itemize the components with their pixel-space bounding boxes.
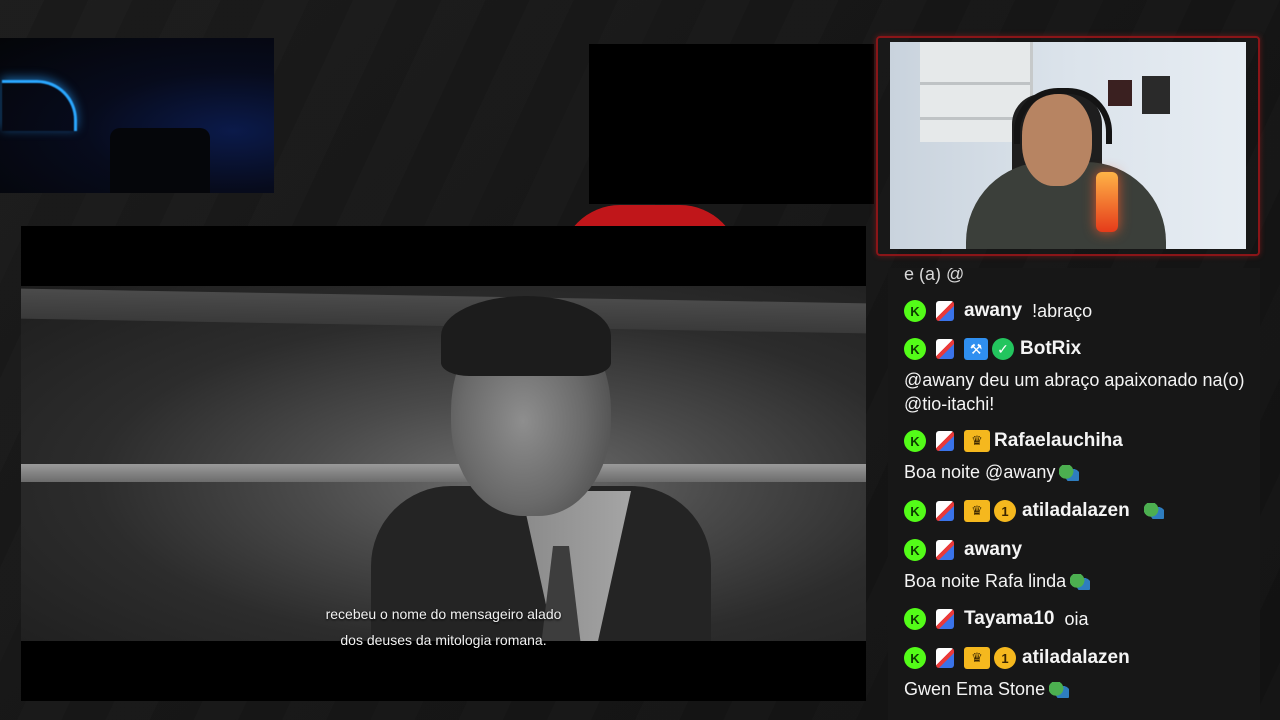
chat-message[interactable]: K ♛ 1 atiladalazen [904, 498, 1254, 524]
chat-message-text: Boa noite @awany [904, 460, 1254, 484]
chat-username[interactable]: awany [964, 300, 1022, 322]
message-text: Boa noite @awany [904, 462, 1056, 482]
chat-message-text: @awany deu um abraço apaixonado na(o) @t… [904, 370, 1245, 414]
pepe-emote-icon [1059, 465, 1080, 482]
main-video-player[interactable]: recebeu o nome do mensageiro alado dos d… [21, 226, 866, 701]
man-hair [441, 296, 611, 376]
pepe-emote-icon [1143, 503, 1164, 519]
kick-badge-icon: K [904, 608, 926, 630]
chat-message-text: Boa noite Rafa linda [904, 569, 1254, 593]
wall-poster-2 [1142, 76, 1170, 114]
sub-months-badge: 1 [994, 500, 1016, 522]
kick-badge-icon: K [904, 539, 926, 561]
pepe-emote-icon [1049, 682, 1070, 699]
secondary-camera [0, 38, 274, 193]
streamer-webcam [876, 36, 1260, 256]
message-text: Boa noite Rafa linda [904, 571, 1067, 591]
background-rail [21, 464, 866, 482]
app-badge-icon [936, 648, 954, 668]
chat-cut-off-line: e (a) @ [904, 268, 964, 285]
chat-username[interactable]: atiladalazen [1022, 647, 1130, 669]
app-badge-icon [936, 339, 954, 359]
moderator-badge-icon: ⚒ [964, 338, 988, 360]
lamp [1096, 172, 1118, 232]
chat-message[interactable]: K awany Boa noite Rafa linda [904, 537, 1254, 593]
chat-message-text: !abraço [1032, 300, 1093, 321]
chat-message[interactable]: K ♛ Rafaelauchiha Boa noite @awany [904, 428, 1254, 484]
sub-months-badge: 1 [994, 647, 1016, 669]
neon-light [2, 80, 77, 131]
pepe-emote-icon [1070, 574, 1091, 591]
chat-message-text: oia [1064, 608, 1089, 629]
wall-poster-1 [1108, 80, 1132, 106]
app-badge-icon [936, 431, 954, 451]
crown-badge-icon: ♛ [964, 647, 990, 669]
chat-username[interactable]: Rafaelauchiha [994, 430, 1123, 452]
kick-badge-icon: K [904, 500, 926, 522]
chat-message[interactable]: K ⚒ ✓ BotRix @awany deu um abraço apaixo… [904, 336, 1254, 416]
video-frame [21, 286, 866, 641]
shelf-board-1 [920, 82, 1030, 85]
video-subtitle: recebeu o nome do mensageiro alado dos d… [21, 601, 866, 653]
app-badge-icon [936, 540, 954, 560]
kick-badge-icon: K [904, 430, 926, 452]
chat-username[interactable]: BotRix [1020, 338, 1081, 360]
verified-badge-icon: ✓ [992, 338, 1014, 360]
blank-camera-slot [589, 44, 874, 204]
chat-panel[interactable]: e (a) @ K awany !abraço K ⚒ ✓ BotRix @aw… [888, 268, 1260, 720]
chat-username[interactable]: awany [964, 539, 1022, 561]
chat-username[interactable]: Tayama10 [964, 608, 1055, 630]
chat-message[interactable]: K Tayama10 oia [904, 606, 1254, 632]
app-badge-icon [936, 609, 954, 629]
webcam-feed [890, 42, 1246, 249]
camera-shadow [110, 128, 210, 193]
subtitle-line-2: dos deuses da mitologia romana. [340, 632, 547, 648]
kick-badge-icon: K [904, 300, 926, 322]
stream-overlay: recebeu o nome do mensageiro alado dos d… [0, 0, 1280, 720]
subtitle-line-1: recebeu o nome do mensageiro alado [325, 606, 562, 622]
chat-message-text: Gwen Ema Stone [904, 677, 1254, 701]
app-badge-icon [936, 301, 954, 321]
crown-badge-icon: ♛ [964, 430, 990, 452]
kick-badge-icon: K [904, 647, 926, 669]
cut-off-text: e (a) @ [904, 268, 965, 284]
app-badge-icon [936, 501, 954, 521]
message-text: Gwen Ema Stone [904, 679, 1046, 699]
chat-message[interactable]: K awany !abraço [904, 298, 1254, 324]
chat-message[interactable]: K ♛ 1 atiladalazen Gwen Ema Stone [904, 645, 1254, 701]
chat-username[interactable]: atiladalazen [1022, 500, 1130, 522]
kick-badge-icon: K [904, 338, 926, 360]
crown-badge-icon: ♛ [964, 500, 990, 522]
